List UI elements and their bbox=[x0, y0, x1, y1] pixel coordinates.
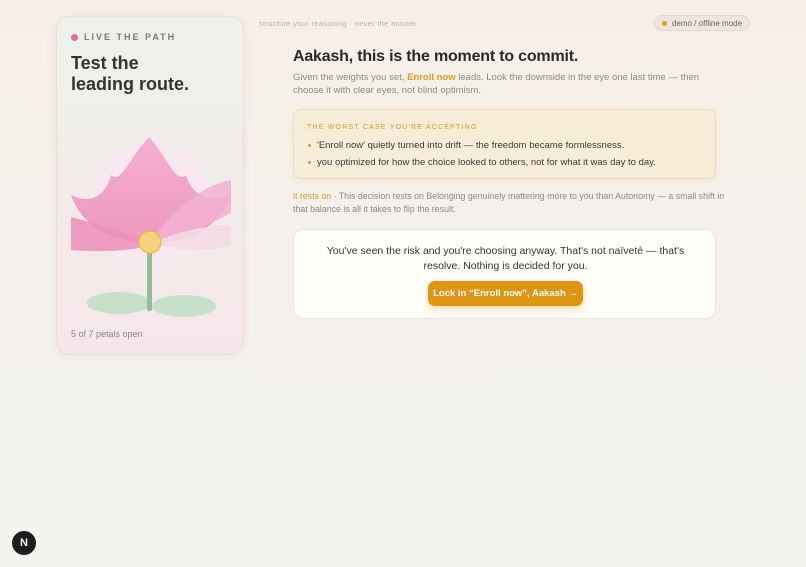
mode-label: demo / offline mode bbox=[671, 18, 743, 28]
status-dot-icon bbox=[661, 20, 667, 26]
list-item: you optimized for how the choice looked … bbox=[307, 154, 702, 171]
commit-text: You've seen the risk and you're choosing… bbox=[326, 245, 685, 272]
leading-option: Enroll now bbox=[407, 72, 456, 83]
card-tag-label: LIVE THE PATH bbox=[84, 32, 177, 42]
card-title-line-2: leading route. bbox=[71, 74, 190, 94]
mode-pill[interactable]: demo / offline mode bbox=[654, 15, 750, 31]
commit-panel: You've seen the risk and you're choosing… bbox=[293, 229, 716, 319]
worst-case-list: 'Enroll now' quietly turned into drift —… bbox=[307, 137, 702, 171]
tagline: structure your reasoning · never the ans… bbox=[259, 19, 417, 28]
rests-on-text: · This decision rests on Belonging genui… bbox=[293, 191, 725, 214]
rests-on-note: it rests on · This decision rests on Bel… bbox=[293, 190, 725, 215]
pink-dot-icon bbox=[71, 33, 78, 41]
petal-status: 5 of 7 petals open bbox=[71, 329, 143, 339]
badge-letter: N bbox=[20, 537, 28, 549]
page-title: Aakash, this is the moment to commit. bbox=[293, 48, 579, 65]
next-n-icon[interactable]: N bbox=[12, 531, 36, 555]
worst-case-title: THE WORST CASE YOU'RE ACCEPTING bbox=[307, 124, 478, 131]
leaf-right bbox=[152, 295, 216, 317]
list-item: 'Enroll now' quietly turned into drift —… bbox=[307, 137, 702, 154]
lock-in-button[interactable]: Lock in “Enroll now”, Aakash → bbox=[428, 281, 583, 306]
path-card: LIVE THE PATH Test the leading route. 5 … bbox=[56, 16, 244, 355]
lotus-flower-icon bbox=[71, 137, 231, 317]
worst-case-panel: THE WORST CASE YOU'RE ACCEPTING 'Enroll … bbox=[293, 109, 716, 179]
rests-on-label: it rests on bbox=[293, 191, 332, 201]
intro-prefix: Given the weights you set, bbox=[293, 72, 408, 83]
leaf-left bbox=[87, 292, 151, 314]
intro-text: Given the weights you set, Enroll now le… bbox=[293, 71, 723, 97]
card-title-line-1: Test the bbox=[71, 53, 139, 73]
flower-center bbox=[138, 230, 162, 254]
card-tag: LIVE THE PATH bbox=[71, 32, 176, 42]
card-title: Test the leading route. bbox=[71, 53, 231, 95]
